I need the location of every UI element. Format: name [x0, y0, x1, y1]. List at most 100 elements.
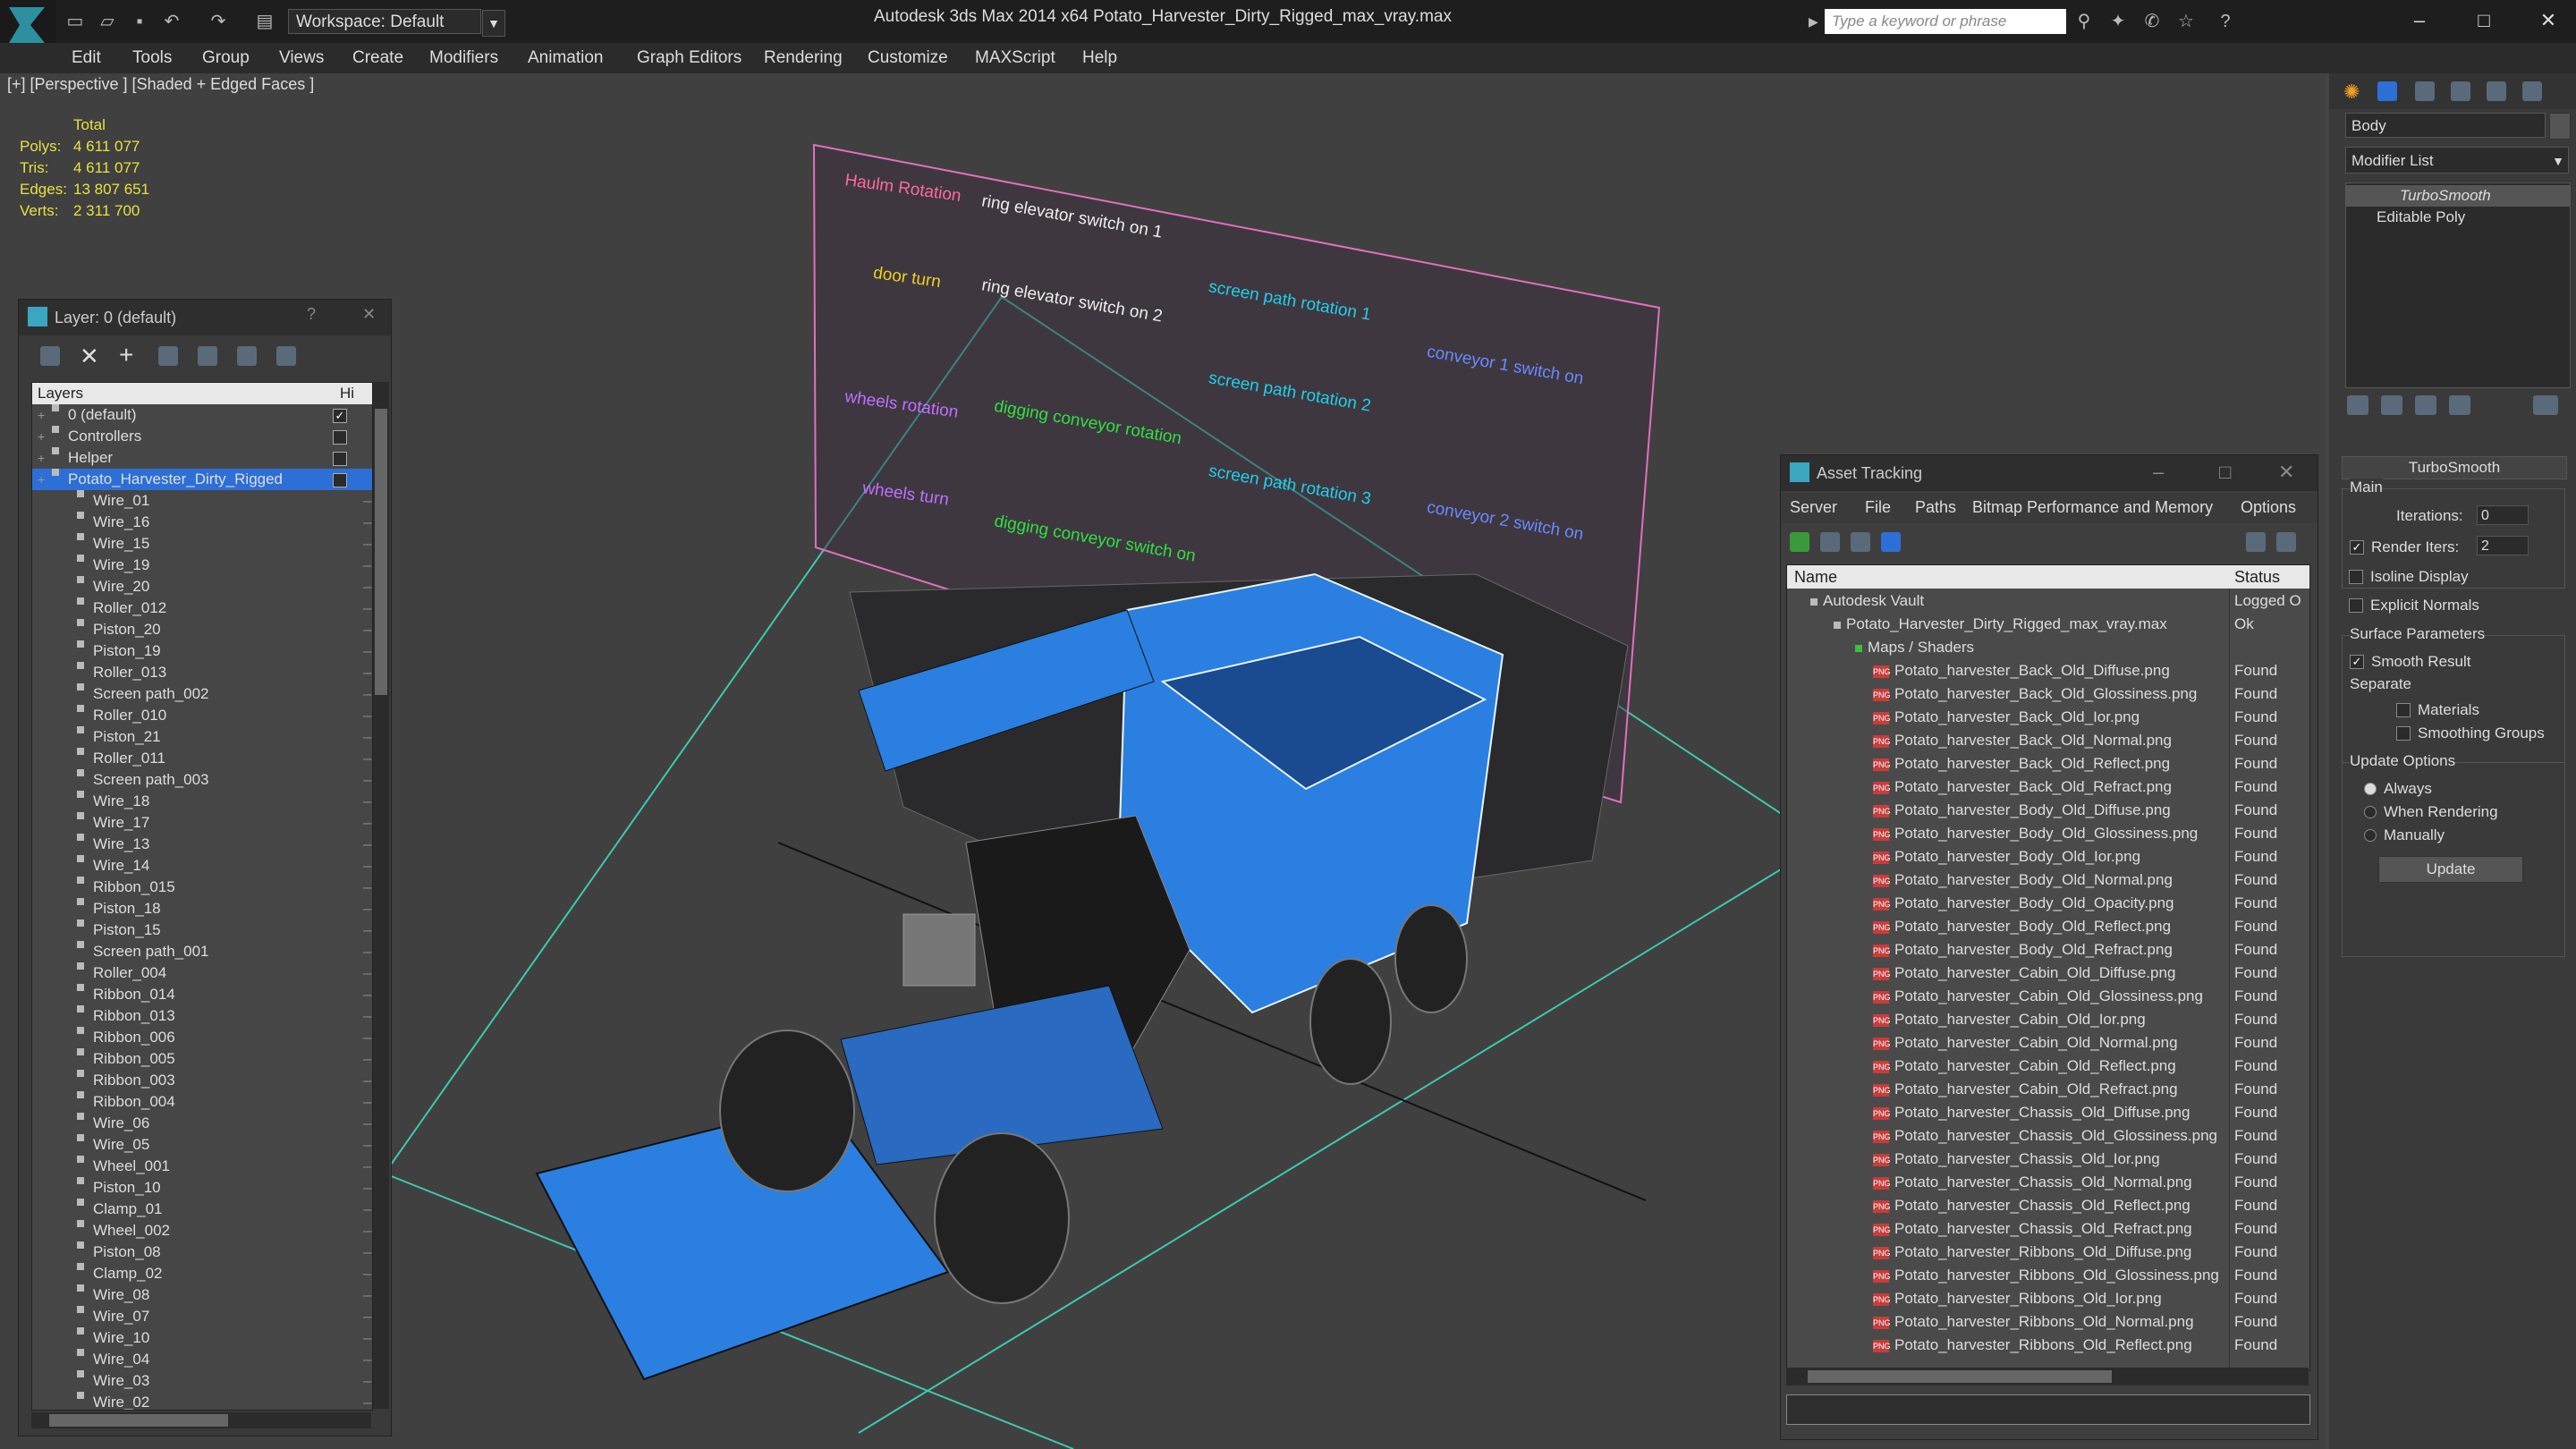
layer-help-button[interactable]: ? — [307, 305, 316, 324]
menu-rendering[interactable]: Rendering — [764, 43, 843, 73]
object-hide-dash[interactable]: – — [363, 941, 371, 962]
layer-hide-toggle[interactable] — [333, 473, 347, 487]
col-hide[interactable]: Hi — [340, 385, 354, 402]
asset-hscroll-thumb[interactable] — [1808, 1370, 2112, 1383]
object-hide-dash[interactable]: – — [363, 683, 371, 705]
object-hide-dash[interactable]: – — [363, 791, 371, 812]
map-row[interactable]: PNG Potato_harvester_Back_Old_Ior.png — [1873, 707, 2140, 728]
object-hide-dash[interactable]: – — [363, 533, 371, 555]
map-row[interactable]: PNG Potato_harvester_Body_Old_Ior.png — [1873, 846, 2140, 868]
map-row[interactable]: PNG Potato_harvester_Body_Old_Diffuse.png — [1873, 800, 2171, 821]
map-row[interactable]: PNG Potato_harvester_Body_Old_Normal.png — [1873, 869, 2173, 891]
object-hide-dash[interactable]: – — [363, 1327, 371, 1349]
pin-stack-icon[interactable] — [2347, 395, 2368, 415]
update-button[interactable]: Update — [2378, 856, 2523, 883]
object-hide-dash[interactable]: – — [363, 1392, 371, 1410]
object-hide-dash[interactable]: – — [363, 1370, 371, 1392]
layer-horizontal-scrollbar[interactable] — [31, 1412, 371, 1428]
object-hide-dash[interactable]: – — [363, 1306, 371, 1327]
workspace-dropdown[interactable]: Workspace: Default ▼ — [288, 9, 505, 37]
stack-item-turbosmooth[interactable]: TurboSmooth — [2346, 185, 2570, 207]
menu-graph-editors[interactable]: Graph Editors — [637, 43, 741, 73]
object-hide-dash[interactable]: – — [363, 769, 371, 791]
layer-object-row[interactable]: Piston_10 – — [32, 1177, 372, 1199]
layer-object-row[interactable]: Roller_010 – — [32, 705, 372, 726]
select-objects-icon[interactable] — [158, 346, 178, 366]
render-iters-checkbox[interactable]: Render Iters: — [2350, 538, 2459, 556]
asset-maximize-icon[interactable]: □ — [2219, 461, 2231, 484]
materials-checkbox[interactable]: Materials — [2396, 700, 2479, 719]
object-hide-dash[interactable]: – — [363, 834, 371, 855]
layer-row[interactable]: + Potato_Harvester_Dirty_Rigged — [32, 469, 372, 490]
menu-animation[interactable]: Animation — [528, 43, 604, 73]
asset-path-field[interactable] — [1786, 1394, 2310, 1425]
map-row[interactable]: PNG Potato_harvester_Ribbons_Old_Normal.p… — [1873, 1311, 2194, 1333]
menu-customize[interactable]: Customize — [868, 43, 948, 73]
layer-row[interactable]: + Helper — [32, 447, 372, 469]
maps-folder-row[interactable]: Maps / Shaders — [1855, 637, 1974, 658]
object-hide-dash[interactable]: – — [363, 919, 371, 941]
stack-item-editable-poly[interactable]: Editable Poly — [2346, 207, 2465, 228]
layer-object-row[interactable]: Wire_18 – — [32, 791, 372, 812]
always-radio[interactable]: Always — [2364, 779, 2432, 798]
layer-object-row[interactable]: Roller_004 – — [32, 962, 372, 984]
object-hide-dash[interactable]: – — [363, 1177, 371, 1199]
turbosmooth-rollout-header[interactable]: TurboSmooth — [2342, 456, 2567, 479]
make-unique-icon[interactable] — [2415, 395, 2436, 415]
object-hide-dash[interactable]: – — [363, 555, 371, 576]
expand-icon[interactable]: + — [38, 447, 45, 469]
layer-object-row[interactable]: Wire_01 – — [32, 490, 372, 512]
refresh-icon[interactable] — [1790, 532, 1809, 552]
asset-menu-file[interactable]: File — [1865, 498, 1891, 517]
create-layer-icon[interactable] — [40, 346, 60, 366]
menu-views[interactable]: Views — [279, 43, 324, 73]
layer-object-row[interactable]: Wire_20 – — [32, 576, 372, 597]
modifier-list-dropdown[interactable]: Modifier List ▼ — [2345, 147, 2569, 174]
object-hide-dash[interactable]: – — [363, 619, 371, 640]
object-hide-dash[interactable]: – — [363, 898, 371, 919]
object-hide-dash[interactable]: – — [363, 1241, 371, 1263]
map-row[interactable]: PNG Potato_harvester_Chassis_Old_Normal.p… — [1873, 1172, 2192, 1193]
map-row[interactable]: PNG Potato_harvester_Back_Old_Diffuse.png — [1873, 660, 2170, 682]
object-hide-dash[interactable]: – — [363, 812, 371, 834]
remove-modifier-icon[interactable] — [2449, 395, 2470, 415]
expand-icon[interactable]: + — [38, 426, 45, 447]
smoothing-groups-checkbox[interactable]: Smoothing Groups — [2396, 724, 2545, 742]
menu-group[interactable]: Group — [202, 43, 250, 73]
redo-icon[interactable]: ↷ — [208, 11, 229, 32]
asset-minimize-icon[interactable]: – — [2153, 461, 2164, 484]
map-row[interactable]: PNG Potato_harvester_Ribbons_Old_Reflect.… — [1873, 1335, 2192, 1356]
object-hide-dash[interactable]: – — [363, 640, 371, 662]
help-icon[interactable]: ? — [2215, 11, 2236, 32]
layer-panel-titlebar[interactable]: Layer: 0 (default) — [19, 300, 391, 335]
configure-sets-icon[interactable] — [2533, 395, 2558, 415]
layer-row[interactable]: + Controllers — [32, 426, 372, 447]
object-hide-dash[interactable]: – — [363, 1156, 371, 1177]
object-hide-dash[interactable]: – — [363, 984, 371, 1005]
object-hide-dash[interactable]: – — [363, 1091, 371, 1113]
communication-icon[interactable]: ✆ — [2141, 11, 2163, 32]
map-row[interactable]: PNG Potato_harvester_Ribbons_Old_Diffuse.… — [1873, 1241, 2191, 1263]
col-name[interactable]: Name — [1794, 568, 1837, 587]
layer-object-row[interactable]: Roller_013 – — [32, 662, 372, 683]
layer-object-row[interactable]: Roller_012 – — [32, 597, 372, 619]
asset-panel-titlebar[interactable]: Asset Tracking — [1781, 455, 2318, 491]
search-input[interactable]: Type a keyword or phrase — [1825, 9, 2066, 34]
layer-hide-toggle[interactable] — [333, 452, 347, 466]
layer-object-row[interactable]: Wire_13 – — [32, 834, 372, 855]
menu-edit[interactable]: Edit — [72, 43, 101, 73]
minimize-icon[interactable]: – — [2397, 5, 2442, 36]
subscription-icon[interactable]: ✦ — [2107, 11, 2129, 32]
iterations-spinner[interactable]: 0 — [2477, 505, 2529, 525]
table-view-icon[interactable] — [1881, 532, 1901, 552]
menu-create[interactable]: Create — [352, 43, 403, 73]
map-row[interactable]: PNG Potato_harvester_Body_Old_Refract.png — [1873, 939, 2173, 961]
object-hide-dash[interactable]: – — [363, 1263, 371, 1284]
menu-maxscript[interactable]: MAXScript — [975, 43, 1055, 73]
col-layers[interactable]: Layers — [38, 385, 83, 402]
object-hide-dash[interactable]: – — [363, 726, 371, 748]
isoline-checkbox[interactable]: Isoline Display — [2349, 567, 2469, 586]
map-row[interactable]: PNG Potato_harvester_Ribbons_Old_Ior.png — [1873, 1288, 2162, 1309]
create-tab-icon[interactable]: ✺ — [2343, 80, 2360, 104]
object-hide-dash[interactable]: – — [363, 877, 371, 898]
